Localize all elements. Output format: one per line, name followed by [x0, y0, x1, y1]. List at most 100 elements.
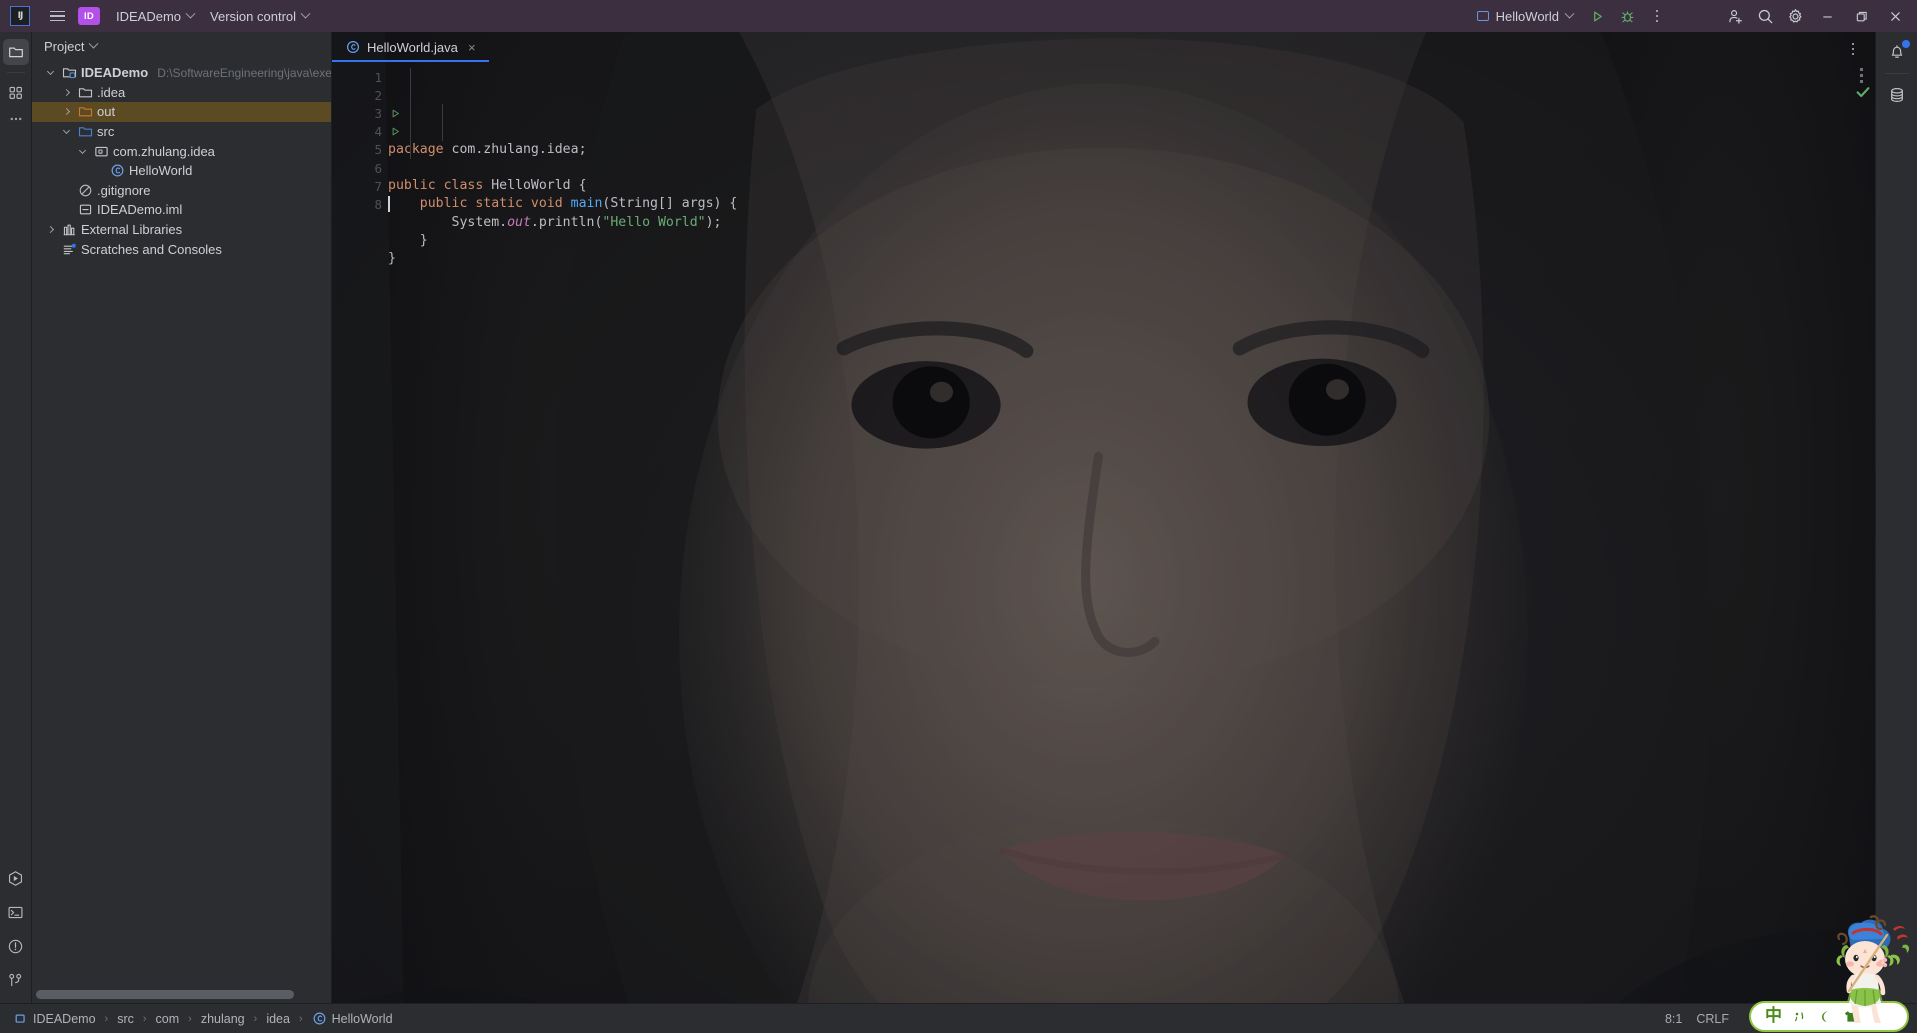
gutter-line-4[interactable]: 4: [332, 123, 399, 141]
breadcrumb-item-zhulang[interactable]: zhulang: [198, 1011, 248, 1027]
add-account-button[interactable]: [1721, 3, 1749, 29]
project-panel-header[interactable]: Project: [32, 32, 331, 60]
chevron-down-icon[interactable]: [44, 68, 57, 76]
tree-item-com-zhulang-idea[interactable]: com.zhulang.idea: [32, 141, 331, 161]
breadcrumb-item-ideademo[interactable]: IDEADemo: [10, 1010, 99, 1027]
sidebar-item-run[interactable]: [3, 865, 29, 891]
editor-right-rail[interactable]: [1853, 62, 1875, 1003]
sidebar-item-terminal[interactable]: [3, 899, 29, 925]
run-config-label: HelloWorld: [1495, 8, 1559, 24]
ime-mode-label[interactable]: 中: [1765, 1008, 1782, 1025]
more-actions-button[interactable]: [1643, 3, 1671, 29]
tree-item-scratches-and-consoles[interactable]: Scratches and Consoles: [32, 239, 331, 259]
chevron-down-icon[interactable]: [60, 127, 73, 135]
gutter-line-6[interactable]: 6: [332, 159, 388, 177]
debug-button[interactable]: [1613, 3, 1641, 29]
sidebar-item-version-control[interactable]: [3, 967, 29, 993]
code-line-4[interactable]: public static void main(String[] args) {: [388, 195, 1853, 213]
settings-button[interactable]: [1781, 3, 1809, 29]
ide-window: IJ ID IDEADemo Version control HelloWorl…: [0, 0, 1917, 1033]
breadcrumb-item-src[interactable]: src: [114, 1011, 137, 1027]
title-bar: IJ ID IDEADemo Version control HelloWorl…: [0, 0, 1917, 32]
chevron-right-icon[interactable]: [44, 226, 57, 234]
editor-options-button[interactable]: [1839, 36, 1867, 62]
code-token: (String[] args) {: [602, 196, 738, 212]
tree-item-path-hint: D:\SoftwareEngineering\java\exercis: [157, 65, 331, 80]
hamburger-icon[interactable]: [44, 3, 70, 29]
gutter-line-3[interactable]: 3: [332, 104, 399, 122]
tree-item-idea[interactable]: .idea: [32, 83, 331, 103]
gutter-line-1[interactable]: 1: [332, 68, 388, 86]
code-line-5[interactable]: System.out.println("Hello World");: [388, 214, 1853, 232]
code-token: public class: [388, 178, 492, 194]
project-name-menu[interactable]: IDEADemo: [109, 4, 201, 28]
gutter-line-7[interactable]: 7: [332, 177, 388, 195]
close-button[interactable]: [1879, 1, 1911, 31]
project-tree[interactable]: IDEADemo D:\SoftwareEngineering\java\exer…: [32, 60, 331, 1003]
package-icon: [94, 146, 108, 157]
tree-item-ideademo-iml[interactable]: IDEADemo.iml: [32, 200, 331, 220]
search-button[interactable]: [1751, 3, 1779, 29]
minimize-button[interactable]: [1811, 1, 1843, 31]
gutter-line-2[interactable]: 2: [332, 86, 388, 104]
editor-code-content[interactable]: package com.zhulang.idea; public class H…: [388, 62, 1853, 1003]
run-button[interactable]: [1583, 3, 1611, 29]
code-line-8[interactable]: [388, 268, 1853, 286]
sidebar-more-tools[interactable]: [3, 106, 29, 132]
sidebar-item-database[interactable]: [1884, 82, 1910, 108]
mascot-body: [1836, 915, 1910, 1023]
code-line-6[interactable]: }: [388, 232, 1853, 250]
tree-item-gitignore[interactable]: .gitignore: [32, 181, 331, 201]
sogou-mascot[interactable]: [1815, 915, 1911, 1027]
scrollbar-thumb[interactable]: [36, 990, 294, 999]
code-token: com.zhulang.idea;: [451, 141, 587, 157]
editor-tab-helloworld[interactable]: HelloWorld.java ×: [332, 32, 489, 62]
breadcrumb-item-idea[interactable]: idea: [263, 1011, 293, 1027]
breadcrumb[interactable]: IDEADemo › src › com › zhulang › idea › HelloWorld: [10, 1010, 396, 1027]
breadcrumb-label: IDEADemo: [33, 1011, 96, 1026]
version-control-menu[interactable]: Version control: [203, 4, 316, 28]
maximize-button[interactable]: [1845, 1, 1877, 31]
breadcrumb-item-com[interactable]: com: [153, 1011, 183, 1027]
sidebar-item-structure[interactable]: [3, 80, 29, 106]
line-separator[interactable]: CRLF: [1696, 1012, 1729, 1026]
tree-item-ideademo[interactable]: IDEADemo D:\SoftwareEngineering\java\exer…: [32, 63, 331, 83]
editor-gutter[interactable]: 1 2 3 4 5 6 7 8: [332, 62, 399, 1003]
chevron-right-icon[interactable]: [60, 108, 73, 116]
sidebar-item-project[interactable]: [2, 39, 29, 65]
sidebar-item-notifications[interactable]: [1884, 39, 1910, 65]
tree-item-out[interactable]: out: [32, 102, 331, 122]
chevron-down-icon: [89, 38, 99, 49]
restore-icon: [1856, 11, 1867, 21]
gutter-line-5[interactable]: 5: [332, 141, 388, 159]
code-editor[interactable]: 1 2 3 4 5 6 7 8 package com.zhulang.idea; publi…: [332, 62, 1875, 1003]
breadcrumb-label: idea: [266, 1011, 290, 1026]
debug-icon: [1621, 10, 1633, 22]
punctuation-icon[interactable]: [1793, 1009, 1807, 1024]
code-line-7[interactable]: }: [388, 250, 1853, 268]
chevron-down-icon: [300, 8, 311, 19]
close-icon[interactable]: ×: [465, 40, 479, 55]
line-number: 5: [374, 142, 382, 158]
code-line-2[interactable]: [388, 159, 1853, 177]
project-tree-hscrollbar[interactable]: [32, 990, 331, 999]
chevron-right-icon[interactable]: [60, 88, 73, 96]
tree-item-helloworld[interactable]: HelloWorld: [32, 161, 331, 181]
tree-item-external-libraries[interactable]: External Libraries: [32, 220, 331, 240]
chevron-down-icon[interactable]: [76, 146, 89, 154]
code-line-3[interactable]: public class HelloWorld {: [388, 177, 1853, 195]
sidebar-item-problems[interactable]: [3, 933, 29, 959]
gutter-line-8[interactable]: 8: [332, 195, 388, 213]
caret-position[interactable]: 8:1: [1665, 1012, 1682, 1026]
run-configuration-selector[interactable]: HelloWorld: [1469, 4, 1581, 28]
inspections-ok-check-icon[interactable]: [1855, 84, 1871, 100]
tree-item-src[interactable]: src: [32, 122, 331, 142]
breadcrumb-item-helloworld[interactable]: HelloWorld: [309, 1010, 396, 1027]
code-line-1[interactable]: package com.zhulang.idea;: [388, 141, 1853, 159]
version-control-icon: [9, 973, 22, 986]
breadcrumb-label: zhulang: [200, 1011, 245, 1026]
java-class-icon: [109, 163, 125, 179]
folder-excluded-icon: [78, 107, 92, 117]
indent-guide: [442, 104, 443, 141]
tree-item-label: External Libraries: [81, 222, 183, 238]
